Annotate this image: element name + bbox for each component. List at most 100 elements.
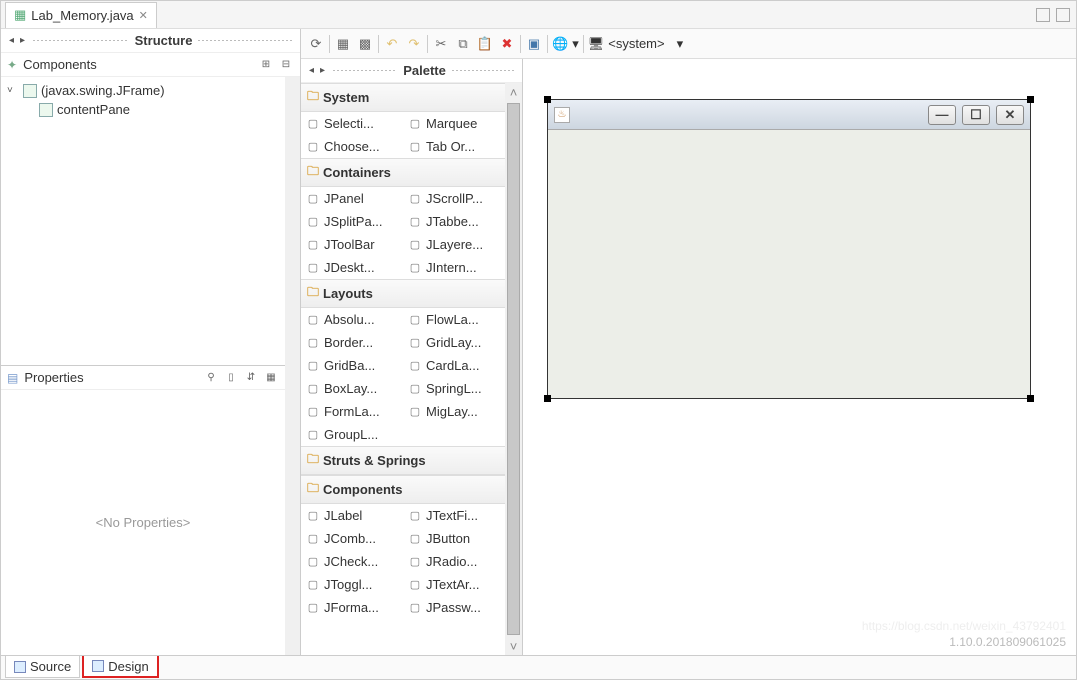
- tab-design[interactable]: Design: [82, 656, 158, 678]
- palette-item[interactable]: ▢JPassw...: [403, 596, 505, 619]
- palette-item[interactable]: ▢BoxLay...: [301, 377, 403, 400]
- palette-item[interactable]: ▢FormLa...: [301, 400, 403, 423]
- palette-item[interactable]: ▢JIntern...: [403, 256, 505, 279]
- twisty-icon[interactable]: ˅: [7, 85, 19, 96]
- palette-item[interactable]: ▢SpringL...: [403, 377, 505, 400]
- palette-item[interactable]: ▢Marquee: [403, 112, 505, 135]
- component-icon: ▢: [306, 117, 320, 131]
- palette-item[interactable]: ▢Choose...: [301, 135, 403, 158]
- component-icon: ▢: [306, 336, 320, 350]
- prop-btn4-icon[interactable]: ▦: [263, 370, 279, 386]
- cut-icon[interactable]: ✂: [432, 35, 450, 53]
- tab-source[interactable]: Source: [5, 656, 80, 678]
- palette-item[interactable]: ▢JToolBar: [301, 233, 403, 256]
- palette-item[interactable]: ▢JTextFi...: [403, 504, 505, 527]
- component-icon: ▢: [408, 532, 422, 546]
- palette-item[interactable]: ▢JSplitPa...: [301, 210, 403, 233]
- palette-category[interactable]: 🗀System: [301, 83, 505, 112]
- palette-item[interactable]: ▢Absolu...: [301, 308, 403, 331]
- palette-item[interactable]: ▢JForma...: [301, 596, 403, 619]
- resize-handle[interactable]: [544, 96, 551, 103]
- palette-scrollbar[interactable]: ˄ ˅: [505, 83, 522, 655]
- resize-handle[interactable]: [544, 395, 551, 402]
- palette-category[interactable]: 🗀Containers: [301, 158, 505, 187]
- nav-back-icon[interactable]: ◂: [7, 35, 16, 46]
- left-scrollbar[interactable]: [285, 77, 300, 655]
- palette-item[interactable]: ▢JLayere...: [403, 233, 505, 256]
- palette-item[interactable]: ▢JComb...: [301, 527, 403, 550]
- system-dropdown[interactable]: 🖥 <system> ▾: [588, 36, 683, 52]
- palette-item[interactable]: ▢JDeskt...: [301, 256, 403, 279]
- prop-btn1-icon[interactable]: ⚲: [203, 370, 219, 386]
- undo-icon[interactable]: ↶: [383, 35, 401, 53]
- collapse-all-icon[interactable]: ⊟: [278, 57, 294, 73]
- resize-handle[interactable]: [1027, 395, 1034, 402]
- component-icon: ▢: [306, 428, 320, 442]
- scroll-down-icon[interactable]: ˅: [505, 637, 522, 655]
- copy-icon[interactable]: ⧉: [454, 35, 472, 53]
- palette-item[interactable]: ▢JLabel: [301, 504, 403, 527]
- palette-item[interactable]: ▢JCheck...: [301, 550, 403, 573]
- tree-child[interactable]: contentPane: [7, 100, 279, 119]
- structure-panel: ◂ ▸ Structure ✦ Components ⊞ ⊟ ˅: [1, 29, 301, 655]
- refresh-icon[interactable]: ⟳: [307, 35, 325, 53]
- palette-item[interactable]: ▢GridLay...: [403, 331, 505, 354]
- scroll-thumb[interactable]: [507, 103, 520, 635]
- component-icon: ▢: [306, 359, 320, 373]
- nav-fwd-icon[interactable]: ▸: [18, 35, 27, 46]
- frame-close-button[interactable]: ✕: [996, 105, 1024, 125]
- jframe-preview[interactable]: ♨ — ☐ ✕: [547, 99, 1031, 399]
- delete-icon[interactable]: ✖: [498, 35, 516, 53]
- tree-root[interactable]: ˅ (javax.swing.JFrame): [7, 81, 279, 100]
- grid2-icon[interactable]: ▩: [356, 35, 374, 53]
- palette-item[interactable]: ▢JToggl...: [301, 573, 403, 596]
- component-icon: ▢: [408, 382, 422, 396]
- component-icon: ▢: [408, 405, 422, 419]
- prop-btn2-icon[interactable]: ▯: [223, 370, 239, 386]
- palette-category[interactable]: 🗀Struts & Springs: [301, 446, 505, 475]
- component-icon: ▢: [408, 555, 422, 569]
- palette-item[interactable]: ▢JTabbe...: [403, 210, 505, 233]
- editor-tab[interactable]: ▦ Lab_Memory.java ✕: [5, 2, 157, 28]
- prop-btn3-icon[interactable]: ⇵: [243, 370, 259, 386]
- close-icon[interactable]: ✕: [139, 9, 148, 22]
- structure-header: ◂ ▸ Structure: [1, 29, 300, 53]
- scroll-up-icon[interactable]: ˄: [505, 83, 522, 101]
- globe-dropdown[interactable]: 🌐 ▾: [552, 36, 579, 52]
- palette-item[interactable]: ▢Border...: [301, 331, 403, 354]
- palette-item[interactable]: ▢GridBa...: [301, 354, 403, 377]
- resize-handle[interactable]: [1027, 96, 1034, 103]
- component-icon: ▢: [408, 192, 422, 206]
- structure-title: Structure: [135, 33, 193, 48]
- palette-item[interactable]: ▢FlowLa...: [403, 308, 505, 331]
- palette-item[interactable]: ▢Selecti...: [301, 112, 403, 135]
- preview-icon[interactable]: ▣: [525, 35, 543, 53]
- content-pane[interactable]: [548, 130, 1030, 398]
- frame-maximize-button[interactable]: ☐: [962, 105, 990, 125]
- palette-header: ◂ ▸ Palette: [301, 59, 522, 83]
- nav-back-icon[interactable]: ◂: [307, 65, 316, 76]
- palette-item[interactable]: ▢JTextAr...: [403, 573, 505, 596]
- palette-item[interactable]: ▢JScrollP...: [403, 187, 505, 210]
- palette-item[interactable]: ▢MigLay...: [403, 400, 505, 423]
- palette-category[interactable]: 🗀Layouts: [301, 279, 505, 308]
- expand-all-icon[interactable]: ⊞: [258, 57, 274, 73]
- maximize-icon[interactable]: [1056, 8, 1070, 22]
- palette-item[interactable]: ▢Tab Or...: [403, 135, 505, 158]
- editor-tabbar: ▦ Lab_Memory.java ✕: [1, 1, 1076, 29]
- redo-icon[interactable]: ↷: [405, 35, 423, 53]
- nav-fwd-icon[interactable]: ▸: [318, 65, 327, 76]
- component-icon: ▢: [408, 509, 422, 523]
- palette-item[interactable]: ▢JRadio...: [403, 550, 505, 573]
- minimize-icon[interactable]: [1036, 8, 1050, 22]
- paste-icon[interactable]: 📋: [476, 35, 494, 53]
- frame-minimize-button[interactable]: —: [928, 105, 956, 125]
- palette-category[interactable]: 🗀Components: [301, 475, 505, 504]
- grid1-icon[interactable]: ▦: [334, 35, 352, 53]
- folder-icon: 🗀: [307, 162, 319, 183]
- palette-item[interactable]: ▢GroupL...: [301, 423, 403, 446]
- palette-item[interactable]: ▢JPanel: [301, 187, 403, 210]
- palette-item[interactable]: ▢JButton: [403, 527, 505, 550]
- palette-item[interactable]: ▢CardLa...: [403, 354, 505, 377]
- bottom-tabs: Source Design: [1, 655, 1076, 679]
